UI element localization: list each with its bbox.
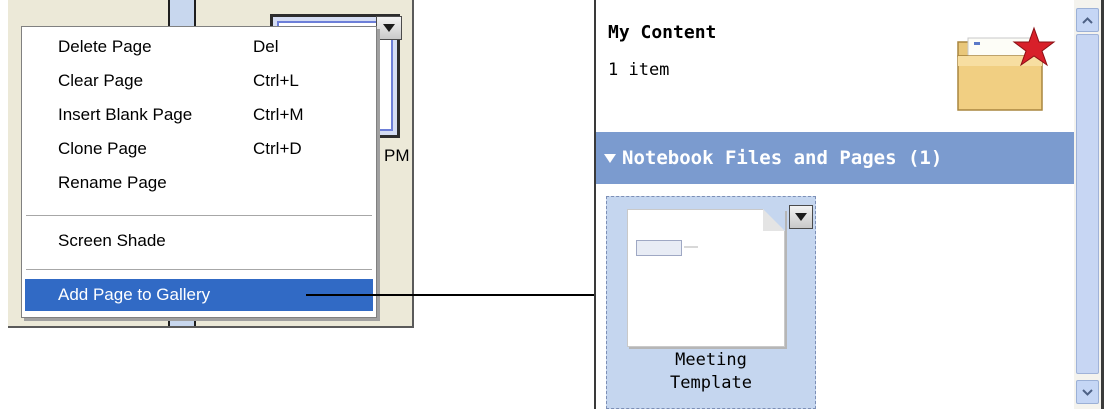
scroll-thumb[interactable] [1076,34,1099,374]
gallery-item-label: Meeting Template [607,349,815,395]
section-title: Notebook Files and Pages (1) [622,147,943,169]
my-content-header[interactable]: My Content 1 item [596,0,1072,132]
thumbnail-field-shape [636,240,682,256]
collapse-triangle-icon [604,153,616,163]
gallery-item-menu-button[interactable] [789,205,813,229]
gallery-item-label-line: Template [670,373,752,393]
gallery-item-label-line: Meeting [675,350,747,370]
chevron-down-icon [795,213,807,221]
vertical-scrollbar[interactable] [1074,0,1101,409]
gallery-item[interactable]: Meeting Template [606,196,816,409]
folder-star-icon [957,26,1056,111]
scroll-up-button[interactable] [1076,8,1099,32]
thumbnail-line-shape [684,246,698,248]
scroll-down-button[interactable] [1076,380,1099,404]
gallery-panel: My Content 1 item Notebook Files and Pag… [594,0,1104,409]
gallery-item-thumbnail [627,209,785,347]
chevron-up-icon [1082,16,1093,24]
chevron-down-icon [1082,388,1093,396]
section-header-notebook-files[interactable]: Notebook Files and Pages (1) [596,132,1074,184]
my-content-count: 1 item [608,60,670,80]
my-content-title: My Content [608,22,717,43]
page-fold-corner [763,209,785,231]
